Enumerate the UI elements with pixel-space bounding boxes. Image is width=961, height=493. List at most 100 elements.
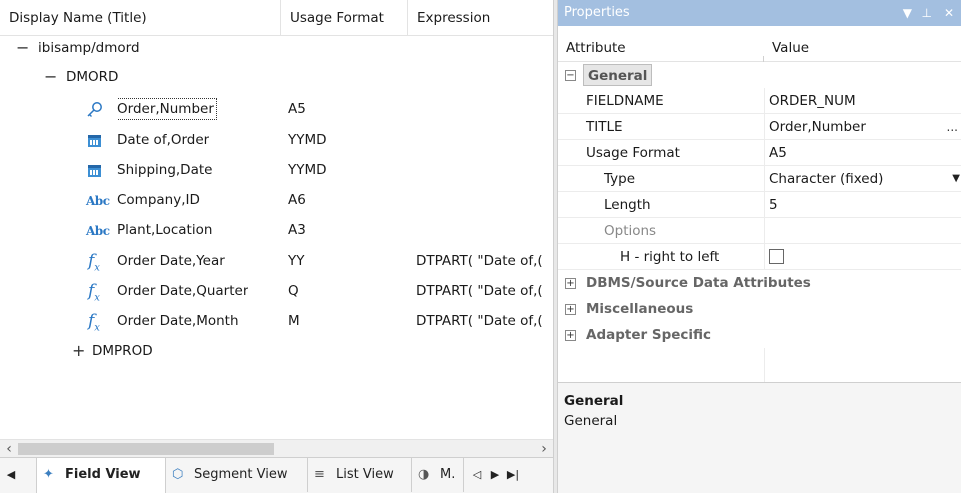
property-value[interactable]: A5 — [764, 140, 961, 166]
expand-icon[interactable]: + — [565, 278, 576, 289]
key-icon — [86, 101, 103, 118]
close-icon[interactable]: ✕ — [944, 0, 954, 26]
tree-node-segment[interactable]: + DMPROD — [0, 338, 553, 364]
field-format: Q — [288, 283, 299, 299]
property-value[interactable]: Order,Number — [769, 119, 866, 135]
collapse-toggle[interactable]: − — [16, 35, 29, 61]
properties-title-bar: Properties ▼ ⊥ ✕ — [558, 0, 961, 26]
properties-column-header: Attribute Value — [558, 26, 961, 62]
field-row[interactable]: fx Order Date,Month M DTPART( "Date of,( — [0, 308, 553, 334]
fx-icon: fx — [88, 310, 110, 333]
field-format: YYMD — [288, 132, 327, 148]
property-name: Type — [604, 171, 636, 187]
field-expression: DTPART( "Date of,( — [416, 283, 543, 299]
field-row[interactable]: Date of,Order YYMD — [0, 127, 553, 153]
tab-field-view[interactable]: ✦ Field View — [36, 458, 166, 493]
segment-label: DMPROD — [92, 343, 153, 359]
prev-tab-icon[interactable]: ◁ — [470, 458, 484, 492]
expand-toggle[interactable]: + — [72, 338, 85, 364]
field-row[interactable]: Abc Plant,Location A3 — [0, 217, 553, 243]
dropdown-arrow-icon[interactable]: ▼ — [952, 166, 960, 192]
fx-subscript: x — [94, 322, 100, 334]
collapse-toggle[interactable]: − — [44, 64, 57, 90]
field-row[interactable]: fx Order Date,Quarter Q DTPART( "Date of… — [0, 278, 553, 304]
scroll-left-icon[interactable]: ‹ — [0, 440, 18, 458]
tab-label: M. — [440, 467, 456, 482]
property-value[interactable]: ORDER_NUM — [764, 88, 961, 114]
property-value[interactable]: 5 — [764, 192, 961, 218]
list-view-icon: ≡ — [314, 467, 325, 482]
ellipsis-button[interactable]: ... — [947, 114, 958, 140]
property-value — [764, 218, 961, 244]
column-display-name[interactable]: Display Name (Title) — [0, 0, 280, 36]
next-tab-icon[interactable]: ▶ — [488, 458, 502, 492]
abc-icon: Abc — [86, 194, 110, 208]
tab-list-view[interactable]: ≡ List View — [308, 458, 412, 492]
property-name: Options — [604, 223, 657, 239]
property-value: Character (fixed) — [769, 171, 884, 187]
expand-icon[interactable]: + — [565, 304, 576, 315]
column-expression[interactable]: Expression — [408, 0, 553, 36]
property-row[interactable]: H - right to left — [558, 244, 961, 270]
type-select[interactable]: Character (fixed) ▼ — [764, 166, 961, 192]
property-row[interactable]: Usage Format A5 — [558, 140, 961, 166]
field-format: YY — [288, 253, 305, 269]
field-format: A6 — [288, 192, 306, 208]
category-general[interactable]: − General — [558, 62, 961, 88]
category-adapter-specific[interactable]: + Adapter Specific — [558, 322, 961, 348]
property-row[interactable]: TITLE Order,Number... — [558, 114, 961, 140]
fx-subscript: x — [94, 262, 100, 274]
calendar-icon — [88, 135, 101, 147]
dropdown-icon[interactable]: ▼ — [903, 0, 912, 26]
field-name[interactable]: Order,Number — [117, 98, 217, 120]
field-row[interactable]: fx Order Date,Year YY DTPART( "Date of,( — [0, 248, 553, 274]
column-usage-format[interactable]: Usage Format — [281, 0, 407, 36]
field-expression: DTPART( "Date of,( — [416, 253, 543, 269]
field-row[interactable]: Abc Company,ID A6 — [0, 187, 553, 213]
category-dbms[interactable]: + DBMS/Source Data Attributes — [558, 270, 961, 296]
view-tab-bar: ◀︎ ✦ Field View ⬡ Segment View ≡ List View … — [0, 457, 553, 493]
field-expression: DTPART( "Date of,( — [416, 313, 543, 329]
property-name: TITLE — [586, 119, 623, 135]
field-name: Order Date,Quarter — [117, 283, 249, 299]
category-label: Adapter Specific — [586, 327, 712, 343]
category-label: Miscellaneous — [586, 301, 694, 317]
column-attribute[interactable]: Attribute — [558, 26, 626, 62]
property-row[interactable]: Type Character (fixed) ▼ — [558, 166, 961, 192]
scroll-thumb[interactable] — [18, 443, 274, 455]
description-pane: General General — [558, 382, 961, 493]
property-row[interactable]: FIELDNAME ORDER_NUM — [558, 88, 961, 114]
tree-node-segment[interactable]: − DMORD — [0, 64, 553, 90]
property-row[interactable]: Length 5 — [558, 192, 961, 218]
field-name: Date of,Order — [117, 132, 210, 148]
tree-node-root[interactable]: − ibisamp/dmord — [0, 35, 553, 61]
properties-panel: Properties ▼ ⊥ ✕ Attribute Value − Gener… — [557, 0, 961, 493]
collapse-icon[interactable]: − — [565, 70, 576, 81]
field-row[interactable]: Shipping,Date YYMD — [0, 157, 553, 183]
property-name: Length — [604, 197, 651, 213]
category-label: DBMS/Source Data Attributes — [586, 275, 811, 291]
scroll-right-icon[interactable]: › — [535, 440, 553, 458]
field-name-cell[interactable]: Order,Number — [117, 96, 217, 122]
field-row[interactable]: Order,Number A5 — [0, 96, 553, 122]
first-tab-icon[interactable]: ◀︎ — [4, 458, 18, 492]
field-tree-panel: Display Name (Title) Usage Format Expres… — [0, 0, 553, 493]
right-to-left-checkbox[interactable] — [769, 249, 784, 264]
tab-truncated[interactable]: ◑ M. — [412, 458, 464, 492]
category-miscellaneous[interactable]: + Miscellaneous — [558, 296, 961, 322]
field-format: A5 — [288, 101, 306, 117]
pin-icon[interactable]: ⊥ — [922, 0, 932, 26]
field-format: A3 — [288, 222, 306, 238]
property-value-cell[interactable]: Order,Number... — [764, 114, 961, 140]
fx-icon: fx — [88, 280, 110, 303]
column-value[interactable]: Value — [764, 26, 809, 62]
last-tab-icon[interactable]: ▶| — [506, 458, 520, 492]
panel-title: Properties — [564, 5, 630, 20]
field-name: Order Date,Year — [117, 253, 225, 269]
horizontal-scrollbar[interactable]: ‹ › — [0, 439, 553, 457]
expand-icon[interactable]: + — [565, 330, 576, 341]
description-title: General — [564, 393, 624, 409]
tab-segment-view[interactable]: ⬡ Segment View — [166, 458, 308, 492]
property-row[interactable]: Options — [558, 218, 961, 244]
modeling-view-icon: ◑ — [418, 467, 430, 482]
